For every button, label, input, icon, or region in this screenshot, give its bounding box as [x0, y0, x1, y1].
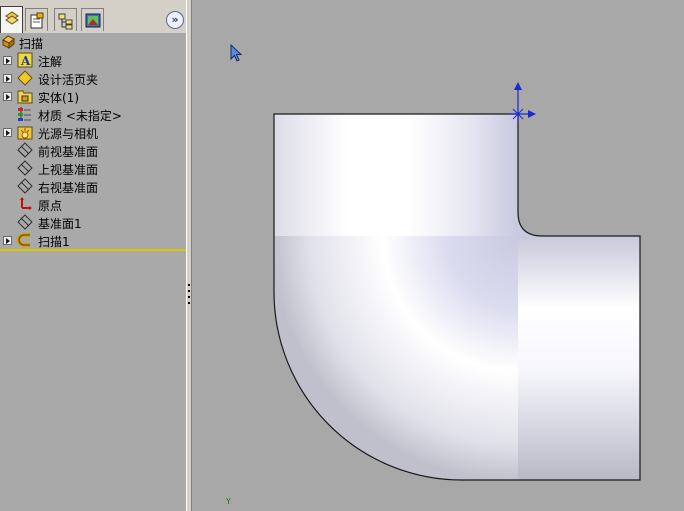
tree-item-label: 实体(1) [38, 91, 79, 105]
tree-item-plane1[interactable]: 基准面1 [0, 213, 186, 231]
tab-display-manager[interactable] [81, 8, 104, 31]
tree-item-right-plane[interactable]: 右视基准面 [0, 177, 186, 195]
expand-panel-button[interactable]: » [166, 11, 184, 29]
design-binder-icon [17, 70, 33, 86]
tree-item-solid-bodies[interactable]: 实体(1) [0, 87, 186, 105]
splitter-grip [188, 284, 190, 286]
axis-label: Y [226, 497, 231, 506]
tree-item-sweep1[interactable]: 扫描1 [0, 231, 186, 249]
tab-configuration-manager[interactable] [54, 8, 77, 31]
tree-item-front-plane[interactable]: 前视基准面 [0, 141, 186, 159]
mouse-pointer-icon [230, 44, 243, 62]
tree-item-label: 右视基准面 [38, 181, 99, 195]
plane-icon [17, 214, 33, 230]
tree-item-lights-cameras[interactable]: 光源与相机 [0, 123, 186, 141]
tree-root-label: 扫描 [19, 37, 44, 51]
expand-arrow-icon[interactable] [3, 236, 12, 245]
panel-tab-bar: » [0, 0, 186, 34]
tree-item-design-binder[interactable]: 设计活页夹 [0, 69, 186, 87]
feature-manager-panel: » 扫描 A 注解 设计活页夹 实体(1) 材质 <未指定> 光源与相机 前视基… [0, 0, 186, 511]
rollback-bar[interactable] [0, 249, 186, 251]
annotation-icon: A [17, 52, 33, 68]
splitter-grip [188, 302, 190, 304]
view-axis-indicator: Y [226, 497, 231, 506]
tree-item-label: 原点 [38, 199, 63, 213]
tree-item-label: 上视基准面 [38, 163, 99, 177]
splitter-grip [188, 290, 190, 292]
expand-arrow-icon[interactable] [3, 56, 12, 65]
feature-tree: 扫描 A 注解 设计活页夹 实体(1) 材质 <未指定> 光源与相机 前视基准面… [0, 33, 186, 251]
configuration-manager-icon [58, 13, 73, 30]
tree-item-label: 设计活页夹 [38, 73, 99, 87]
tab-property-manager[interactable] [25, 8, 48, 31]
sweep-feature-icon [17, 233, 30, 247]
plane-icon [17, 160, 33, 176]
plane-icon [17, 178, 33, 194]
origin-icon [20, 197, 32, 210]
tree-item-origin[interactable]: 原点 [0, 195, 186, 213]
tree-item-label: 材质 <未指定> [38, 109, 122, 123]
expand-arrow-icon[interactable] [3, 74, 12, 83]
solid-bodies-icon [17, 90, 33, 104]
splitter-grip [188, 296, 190, 298]
property-manager-icon [30, 12, 44, 29]
tree-item-label: 基准面1 [38, 217, 82, 231]
svg-text:A: A [20, 54, 31, 68]
expand-arrow-icon[interactable] [3, 128, 12, 137]
expand-arrow-icon[interactable] [3, 92, 12, 101]
tree-root[interactable]: 扫描 [0, 33, 186, 51]
graphics-viewport[interactable]: Y [192, 0, 684, 511]
tree-item-material[interactable]: 材质 <未指定> [0, 105, 186, 123]
plane-icon [17, 142, 33, 158]
tree-item-annotations[interactable]: A 注解 [0, 51, 186, 69]
tree-item-label: 注解 [38, 55, 63, 69]
sweep-model[interactable] [192, 0, 684, 511]
tree-item-top-plane[interactable]: 上视基准面 [0, 159, 186, 177]
lights-camera-icon [17, 126, 33, 140]
feature-manager-icon [5, 11, 19, 25]
tree-item-label: 扫描1 [38, 235, 70, 249]
display-manager-icon [85, 13, 101, 28]
tree-item-label: 前视基准面 [38, 145, 99, 159]
tab-feature-manager[interactable] [0, 6, 23, 33]
tree-item-label: 光源与相机 [38, 127, 99, 141]
part-icon [2, 35, 15, 50]
material-icon [18, 107, 31, 121]
